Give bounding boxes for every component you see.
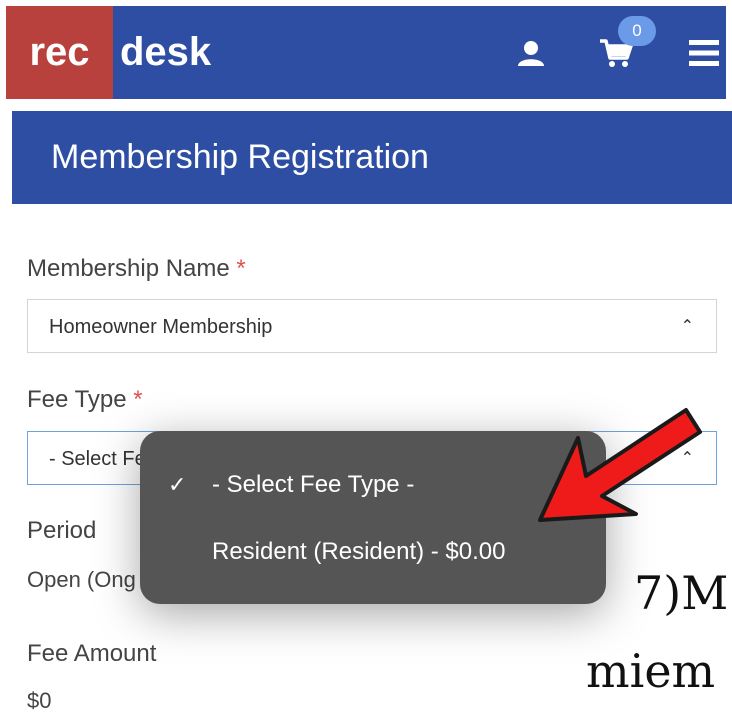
period-value: Open (Ong bbox=[27, 567, 136, 592]
membership-name-value: Homeowner Membership bbox=[49, 316, 273, 338]
account-button[interactable] bbox=[511, 6, 551, 99]
fee-type-value: - Select Fe bbox=[49, 448, 146, 470]
membership-name-label: Membership Name * bbox=[27, 255, 246, 283]
user-icon bbox=[518, 40, 544, 66]
logo-rec[interactable]: rec bbox=[6, 6, 113, 99]
annotation-text-line2: miem bbox=[586, 644, 716, 698]
required-mark: * bbox=[133, 386, 143, 413]
fee-amount-value: $0 bbox=[27, 688, 52, 713]
membership-name-select[interactable]: Homeowner Membership ⌃ bbox=[27, 299, 717, 353]
select-arrows-icon: ⌃ bbox=[680, 318, 694, 335]
page-header: Membership Registration bbox=[12, 111, 732, 204]
cart-count-badge: 0 bbox=[618, 16, 656, 46]
required-mark: * bbox=[236, 255, 246, 282]
top-navbar: rec desk bbox=[6, 6, 726, 99]
membership-name-label-text: Membership Name bbox=[27, 255, 230, 282]
annotation-text-line1: 7)M bbox=[634, 566, 729, 620]
logo-desk[interactable]: desk bbox=[120, 6, 211, 99]
page-title: Membership Registration bbox=[51, 138, 429, 176]
fee-type-label-text: Fee Type bbox=[27, 386, 127, 413]
fee-type-label: Fee Type * bbox=[27, 386, 143, 414]
menu-button[interactable] bbox=[681, 6, 726, 99]
hamburger-icon bbox=[688, 39, 719, 66]
red-arrow-annotation bbox=[538, 408, 702, 522]
fee-amount-label: Fee Amount bbox=[27, 640, 157, 667]
period-label: Period bbox=[27, 517, 97, 544]
checkmark-icon: ✓ bbox=[168, 472, 187, 497]
dropdown-option-resident[interactable]: Resident (Resident) - $0.00 bbox=[212, 538, 505, 566]
dropdown-option-select-fee-type[interactable]: - Select Fee Type - bbox=[212, 471, 414, 499]
